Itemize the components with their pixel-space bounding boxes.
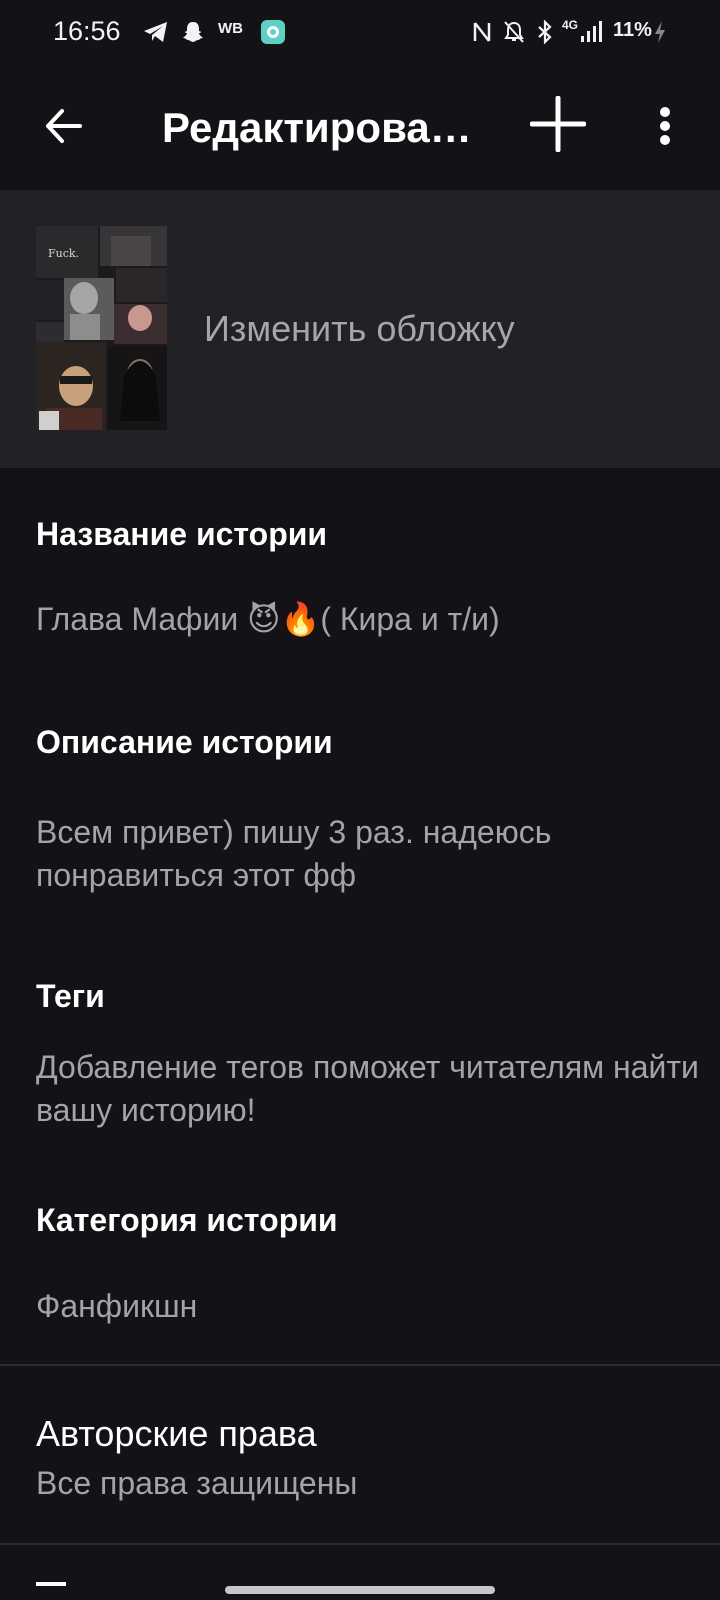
story-description-label: Описание истории <box>36 724 333 760</box>
plus-icon <box>530 96 586 152</box>
copyright-value: Все права защищены <box>36 1465 358 1501</box>
category-label: Категория истории <box>36 1202 338 1238</box>
arrow-left-icon <box>46 109 82 143</box>
divider <box>0 1543 720 1545</box>
story-title-field[interactable]: Глава Мафии 😈🔥( Кира и т/и) <box>36 598 696 641</box>
telegram-icon <box>142 18 170 46</box>
divider <box>0 1364 720 1366</box>
tags-label: Теги <box>36 978 105 1014</box>
more-vertical-icon <box>660 107 670 145</box>
story-description-field[interactable]: Всем привет) пишу 3 раз. надеюсь понрави… <box>36 811 676 897</box>
back-button[interactable] <box>36 98 92 154</box>
status-bar: 16:56 WB 4G 11% <box>0 0 720 66</box>
bell-muted-icon <box>502 18 526 46</box>
battery-percent: 11% <box>613 19 652 41</box>
cover-image[interactable]: Fuck. <box>36 226 167 430</box>
signal-label: 4G <box>562 18 579 32</box>
bluetooth-icon <box>534 18 556 46</box>
collage-cover-image: Fuck. <box>36 226 167 430</box>
tags-field[interactable]: Добавление тегов поможет читателям найти… <box>36 1046 708 1132</box>
nfc-icon <box>470 18 494 46</box>
add-part-button[interactable] <box>526 92 590 156</box>
change-cover-label[interactable]: Изменить обложку <box>204 308 515 350</box>
edit-story-screen: 16:56 WB 4G 11% Редактировать Fuck. Изме… <box>0 0 720 1600</box>
category-field[interactable]: Фанфикшн <box>36 1285 696 1328</box>
copyright-title[interactable]: Авторские права <box>36 1413 317 1455</box>
more-options-button[interactable] <box>640 96 690 156</box>
battery-charging-icon <box>652 18 668 46</box>
home-indicator[interactable] <box>225 1586 495 1594</box>
cover-section[interactable]: Fuck. Изменить обложку <box>0 190 720 468</box>
status-time: 16:56 <box>53 16 121 46</box>
cover-thumb-text: Fuck. <box>48 247 79 260</box>
top-app-bar: Редактировать историю <box>0 66 720 190</box>
snapchat-icon <box>180 18 206 46</box>
page-title: Редактировать историю <box>162 104 482 151</box>
signal-icon <box>578 18 604 46</box>
network-label: WB <box>218 20 243 37</box>
next-row-peek <box>36 1582 66 1586</box>
app-notification-icon <box>259 18 287 46</box>
story-title-label: Название истории <box>36 516 328 552</box>
